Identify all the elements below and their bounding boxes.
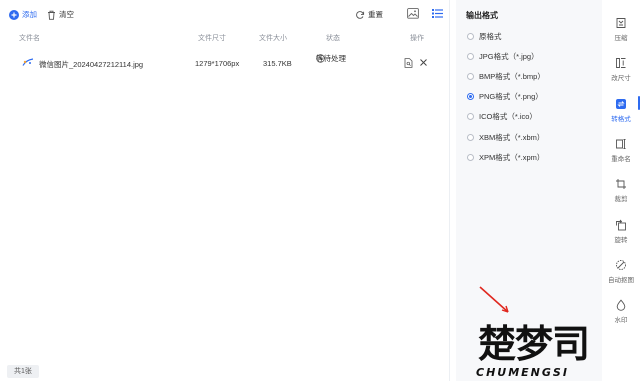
- nav-item[interactable]: 自动抠图: [602, 258, 640, 288]
- nav-item-label: 转格式: [611, 115, 631, 123]
- image-view-icon[interactable]: [407, 8, 419, 19]
- watermark-en: CHUMENGSI: [476, 366, 569, 379]
- nav-item-label: 旋转: [614, 236, 628, 244]
- col-size: 文件大小: [259, 35, 287, 42]
- trash-icon: [47, 10, 56, 20]
- radio-button[interactable]: [467, 113, 474, 121]
- format-option-label: XPM格式（*.xpm）: [479, 152, 545, 162]
- watermark-logo: 楚梦司 CHUMENGSI: [462, 322, 640, 381]
- format-option-label: 原格式: [479, 31, 502, 41]
- file-size: 315.7KB: [263, 59, 292, 68]
- nav-item[interactable]: 旋转: [602, 218, 640, 248]
- nav-item[interactable]: 改尺寸: [602, 56, 640, 86]
- add-label: 添加: [22, 10, 37, 19]
- watermark-icon: [615, 298, 627, 312]
- file-dimensions: 1279*1706px: [195, 59, 240, 68]
- file-thumbnail-icon: [22, 57, 34, 70]
- format-option[interactable]: 原格式: [467, 30, 502, 42]
- resize-icon: [615, 56, 627, 70]
- clear-button[interactable]: 清空: [47, 8, 74, 21]
- remove-file-icon[interactable]: [419, 58, 428, 69]
- col-status: 状态: [326, 35, 340, 42]
- radio-button[interactable]: [467, 93, 474, 101]
- format-option-label: BMP格式（*.bmp）: [479, 71, 545, 81]
- col-dimensions: 文件尺寸: [198, 35, 226, 42]
- crop-icon: [615, 177, 627, 191]
- radio-button[interactable]: [467, 32, 474, 40]
- format-option[interactable]: XPM格式（*.xpm）: [467, 151, 544, 163]
- status-text: 等待处理: [316, 53, 346, 63]
- add-button[interactable]: 添加: [9, 8, 37, 21]
- format-option[interactable]: XBM格式（*.xbm）: [467, 131, 544, 143]
- rotate-icon: [615, 218, 627, 232]
- refresh-icon: [355, 10, 365, 20]
- radio-button[interactable]: [467, 153, 474, 161]
- format-option[interactable]: BMP格式（*.bmp）: [467, 70, 545, 82]
- nav-item-label: 重命名: [611, 155, 631, 163]
- nav-item-label: 自动抠图: [608, 276, 634, 284]
- reset-label: 重置: [368, 10, 383, 19]
- format-option-label: PNG格式（*.png）: [479, 92, 543, 102]
- add-icon: [9, 9, 19, 20]
- rename-icon: [615, 137, 627, 151]
- table-header: 文件名 文件尺寸 文件大小 状态 操作: [0, 33, 450, 45]
- red-arrow-icon: [479, 286, 509, 313]
- toolbar: 添加 清空 重置: [0, 0, 450, 28]
- nav-item[interactable]: 转格式: [602, 97, 640, 127]
- format-option[interactable]: ICO格式（*.ico）: [467, 111, 537, 123]
- format-option[interactable]: JPG格式（*.jpg）: [467, 50, 539, 62]
- file-list-area: 添加 清空 重置 文件名 文件尺寸 文件大小 状态 操作 微信图片_202404…: [0, 0, 450, 381]
- col-file-name: 文件名: [19, 35, 40, 42]
- nav-item[interactable]: 重命名: [602, 137, 640, 167]
- clear-label: 清空: [59, 10, 74, 19]
- nav-item-label: 改尺寸: [611, 75, 631, 83]
- nav-item[interactable]: 压缩: [602, 16, 640, 46]
- cutout-icon: [615, 258, 627, 272]
- list-view-icon[interactable]: [432, 8, 443, 19]
- table-row[interactable]: 微信图片_20240427212114.jpg 1279*1706px 315.…: [0, 53, 450, 73]
- panel-title: 输出格式: [466, 11, 498, 20]
- nav-item-label: 裁剪: [614, 196, 628, 204]
- file-count-badge: 共1张: [7, 365, 39, 378]
- watermark-cn: 楚梦司: [478, 322, 590, 366]
- reset-button[interactable]: 重置: [355, 8, 383, 21]
- nav-item-label: 压缩: [614, 35, 628, 42]
- nav-item[interactable]: 裁剪: [602, 177, 640, 207]
- radio-button[interactable]: [467, 52, 474, 60]
- format-option-label: XBM格式（*.xbm）: [479, 132, 545, 142]
- format-option[interactable]: PNG格式（*.png）: [467, 91, 543, 103]
- preview-file-icon[interactable]: [404, 58, 413, 70]
- radio-button[interactable]: [467, 72, 474, 80]
- col-actions: 操作: [410, 35, 424, 42]
- file-name: 微信图片_20240427212114.jpg: [39, 60, 144, 69]
- convert-icon: [615, 97, 627, 111]
- format-option-label: ICO格式（*.ico）: [479, 112, 537, 122]
- format-option-label: JPG格式（*.jpg）: [479, 51, 539, 61]
- compress-icon: [615, 16, 627, 30]
- radio-button[interactable]: [467, 133, 474, 141]
